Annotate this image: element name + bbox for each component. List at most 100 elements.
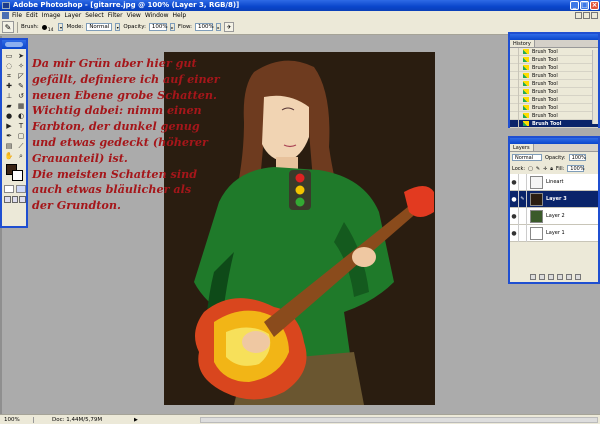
visibility-eye-icon[interactable]: ● (510, 173, 519, 191)
type-tool-icon[interactable]: T (15, 121, 27, 131)
pen-tool-icon[interactable]: ✒ (3, 131, 15, 141)
history-snapshot-checkbox[interactable] (510, 95, 519, 104)
history-item[interactable]: Brush Tool (510, 79, 598, 88)
doc-close-button[interactable] (591, 12, 598, 19)
background-color-swatch[interactable] (12, 170, 23, 181)
history-item[interactable]: Brush Tool (510, 95, 598, 104)
new-layer-icon[interactable] (566, 274, 572, 280)
menu-filter[interactable]: Filter (108, 12, 127, 19)
layer-row[interactable]: ● ✎ Layer 3 (510, 190, 598, 208)
history-snapshot-checkbox[interactable] (510, 71, 519, 80)
menu-file[interactable]: File (12, 12, 26, 19)
menu-select[interactable]: Select (85, 12, 108, 19)
history-snapshot-checkbox[interactable] (510, 103, 519, 112)
history-snapshot-checkbox[interactable] (510, 111, 519, 120)
maximize-button[interactable]: □ (580, 1, 589, 10)
visibility-eye-icon[interactable]: ● (510, 207, 519, 225)
zoom-tool-icon[interactable]: ⌕ (15, 151, 27, 161)
visibility-eye-icon[interactable]: ● (510, 190, 519, 208)
hand-tool-icon[interactable]: ✋ (3, 151, 15, 161)
visibility-eye-icon[interactable]: ● (510, 224, 519, 242)
layer-row[interactable]: ● Lineart (510, 173, 598, 191)
history-snapshot-checkbox[interactable] (510, 79, 519, 88)
move-tool-icon[interactable]: ➤ (15, 51, 27, 61)
doc-minimize-button[interactable] (575, 12, 582, 19)
close-button[interactable]: × (590, 1, 599, 10)
lock-paint-icon[interactable]: ✎ (536, 166, 540, 172)
status-menu-arrow-icon[interactable]: ▶ (134, 417, 138, 423)
airbrush-icon[interactable]: ✈ (224, 22, 235, 32)
lock-position-icon[interactable]: ✛ (543, 166, 547, 172)
brush-dropdown-arrow[interactable]: ▾ (58, 23, 64, 31)
minimize-button[interactable]: _ (570, 1, 579, 10)
history-scrollbar[interactable] (592, 50, 598, 124)
layer-style-icon[interactable] (539, 274, 545, 280)
brush-tool-preset-icon[interactable]: ✎ (2, 21, 14, 33)
doc-restore-button[interactable] (583, 12, 590, 19)
history-snapshot-checkbox[interactable] (510, 119, 519, 128)
tab-layers[interactable]: Layers (510, 144, 534, 151)
menu-edit[interactable]: Edit (26, 12, 42, 19)
full-screen-mode-button[interactable] (19, 196, 27, 203)
menu-view[interactable]: View (127, 12, 145, 19)
paintbrush-icon[interactable] (519, 207, 527, 225)
flow-field[interactable]: 100% (195, 23, 214, 31)
layer-opacity-field[interactable]: 100% (568, 154, 586, 161)
quick-mask-mode-button[interactable] (16, 185, 26, 193)
mode-select[interactable]: Normal (86, 23, 113, 31)
healing-brush-tool-icon[interactable]: ✚ (3, 81, 15, 91)
opacity-slider-arrow[interactable]: ▸ (169, 23, 175, 31)
notes-tool-icon[interactable]: ▤ (3, 141, 15, 151)
lock-transparency-icon[interactable]: ▢ (528, 166, 533, 172)
shape-tool-icon[interactable]: ▢ (15, 131, 27, 141)
layer-fill-field[interactable]: 100% (567, 165, 585, 172)
menu-image[interactable]: Image (42, 12, 65, 19)
delete-layer-icon[interactable] (575, 274, 581, 280)
eraser-tool-icon[interactable]: ▰ (3, 101, 15, 111)
horizontal-scrollbar[interactable] (200, 417, 598, 423)
blur-tool-icon[interactable]: ● (3, 111, 15, 121)
history-item[interactable]: Brush Tool (510, 55, 598, 64)
mode-dropdown-arrow[interactable]: ▾ (115, 23, 121, 31)
path-selection-tool-icon[interactable]: ▶ (3, 121, 15, 131)
layer-row[interactable]: ● Layer 1 (510, 224, 598, 242)
history-item[interactable]: Brush Tool (510, 103, 598, 112)
lasso-tool-icon[interactable]: ◌ (3, 61, 15, 71)
menu-window[interactable]: Window (145, 12, 173, 19)
layer-row[interactable]: ● Layer 2 (510, 207, 598, 225)
paintbrush-icon[interactable] (519, 224, 527, 242)
brush-preview-icon[interactable] (41, 24, 47, 30)
history-item[interactable]: Brush Tool (510, 87, 598, 96)
dodge-tool-icon[interactable]: ◐ (15, 111, 27, 121)
magic-wand-tool-icon[interactable]: ✧ (15, 61, 27, 71)
menu-layer[interactable]: Layer (64, 12, 85, 19)
history-snapshot-checkbox[interactable] (510, 87, 519, 96)
history-item[interactable]: Brush Tool (510, 63, 598, 72)
new-group-icon[interactable] (557, 274, 563, 280)
history-brush-tool-icon[interactable]: ↺ (15, 91, 27, 101)
history-item[interactable]: Brush Tool (510, 47, 598, 56)
slice-tool-icon[interactable]: ◸ (15, 71, 27, 81)
paintbrush-icon[interactable] (519, 173, 527, 191)
history-item[interactable]: Brush Tool (510, 71, 598, 80)
eyedropper-tool-icon[interactable]: ⟋ (15, 141, 27, 151)
opacity-field[interactable]: 100% (148, 23, 168, 31)
clone-stamp-tool-icon[interactable]: ⊥ (3, 91, 15, 101)
flow-slider-arrow[interactable]: ▸ (216, 23, 222, 31)
layer-mask-icon[interactable] (548, 274, 554, 280)
brush-tool-icon[interactable]: ✎ (15, 81, 27, 91)
adobe-feather-icon[interactable] (5, 42, 23, 47)
standard-screen-mode-button[interactable] (4, 196, 11, 203)
history-snapshot-checkbox[interactable] (510, 63, 519, 72)
paintbrush-icon[interactable]: ✎ (519, 190, 527, 208)
document-icon[interactable] (2, 12, 9, 19)
history-snapshot-checkbox[interactable] (510, 47, 519, 56)
history-item[interactable]: Brush Tool (510, 111, 598, 120)
lock-all-icon[interactable]: 🔒︎ (550, 166, 553, 172)
link-layers-icon[interactable] (530, 274, 536, 280)
tab-history[interactable]: History (510, 40, 535, 47)
zoom-level[interactable]: 100% (4, 416, 34, 423)
crop-tool-icon[interactable]: ⌗ (3, 71, 15, 81)
marquee-tool-icon[interactable]: ▭ (3, 51, 15, 61)
standard-mode-button[interactable] (4, 185, 14, 193)
